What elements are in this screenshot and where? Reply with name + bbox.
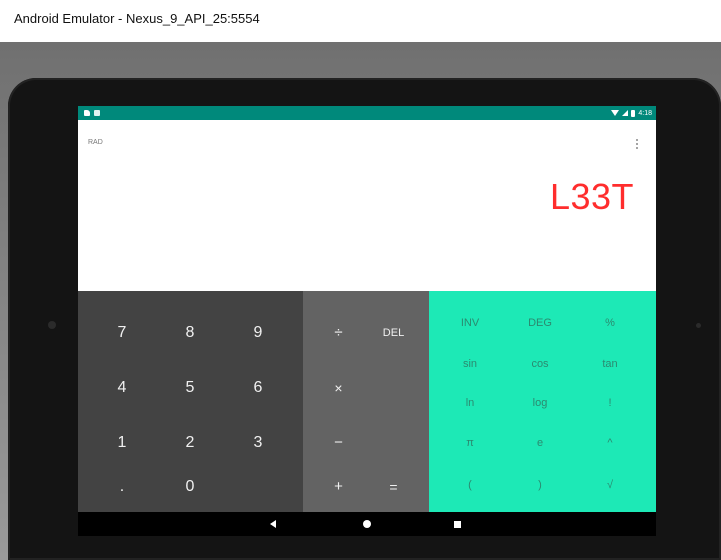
operator-pad: ÷ DEL × − + = xyxy=(303,291,429,512)
window-titlebar: Android Emulator - Nexus_9_API_25:5554 xyxy=(0,0,721,42)
numeric-pad: 7 8 9 4 5 6 1 2 3 . 0 xyxy=(78,291,303,512)
equals-button[interactable]: = xyxy=(362,459,425,514)
sqrt-button[interactable]: √ xyxy=(575,468,645,502)
divide-button[interactable]: ÷ xyxy=(307,305,370,360)
status-bar: 4:18 xyxy=(78,106,656,120)
sin-button[interactable]: sin xyxy=(435,347,505,381)
key-0[interactable]: 0 xyxy=(156,459,224,514)
key-3[interactable]: 3 xyxy=(224,415,292,470)
inv-button[interactable]: INV xyxy=(435,306,505,340)
close-paren-button[interactable]: ) xyxy=(505,468,575,502)
percent-button[interactable]: % xyxy=(575,306,645,340)
overflow-menu-icon[interactable] xyxy=(634,137,640,151)
key-4[interactable]: 4 xyxy=(88,360,156,415)
power-button[interactable]: ^ xyxy=(575,426,645,460)
calculator-display: RAD L33T xyxy=(78,120,656,291)
device-camera xyxy=(48,321,56,329)
home-icon[interactable] xyxy=(360,517,374,531)
key-6[interactable]: 6 xyxy=(224,360,292,415)
key-7[interactable]: 7 xyxy=(88,305,156,360)
app-notification-icon xyxy=(94,110,100,116)
ln-button[interactable]: ln xyxy=(435,386,505,420)
status-time: 4:18 xyxy=(638,109,652,117)
tan-button[interactable]: tan xyxy=(575,347,645,381)
key-9[interactable]: 9 xyxy=(224,305,292,360)
advanced-pad: INV DEG % sin cos tan ln log ! π e ^ ( )… xyxy=(429,291,656,512)
recents-icon[interactable] xyxy=(450,517,464,531)
log-button[interactable]: log xyxy=(505,386,575,420)
device-sensor xyxy=(696,323,701,328)
result-text: L33T xyxy=(549,176,634,217)
delete-button[interactable]: DEL xyxy=(362,305,425,360)
key-5[interactable]: 5 xyxy=(156,360,224,415)
device-screen: 4:18 RAD L33T 7 8 9 4 5 6 1 2 3 . 0 ÷ DE… xyxy=(78,106,656,536)
window-title: Android Emulator - Nexus_9_API_25:5554 xyxy=(14,11,260,26)
sd-card-icon xyxy=(84,110,90,116)
wifi-icon xyxy=(611,110,620,116)
key-8[interactable]: 8 xyxy=(156,305,224,360)
open-paren-button[interactable]: ( xyxy=(435,468,505,502)
battery-icon xyxy=(631,109,636,117)
deg-button[interactable]: DEG xyxy=(505,306,575,340)
factorial-button[interactable]: ! xyxy=(575,386,645,420)
signal-icon xyxy=(622,110,629,116)
cos-button[interactable]: cos xyxy=(505,347,575,381)
e-button[interactable]: e xyxy=(505,426,575,460)
key-decimal[interactable]: . xyxy=(88,459,156,514)
plus-button[interactable]: + xyxy=(307,459,370,514)
angle-mode-label: RAD xyxy=(88,139,103,146)
navigation-bar xyxy=(78,512,656,536)
back-icon[interactable] xyxy=(266,517,280,531)
pi-button[interactable]: π xyxy=(435,426,505,460)
multiply-button[interactable]: × xyxy=(307,360,370,415)
